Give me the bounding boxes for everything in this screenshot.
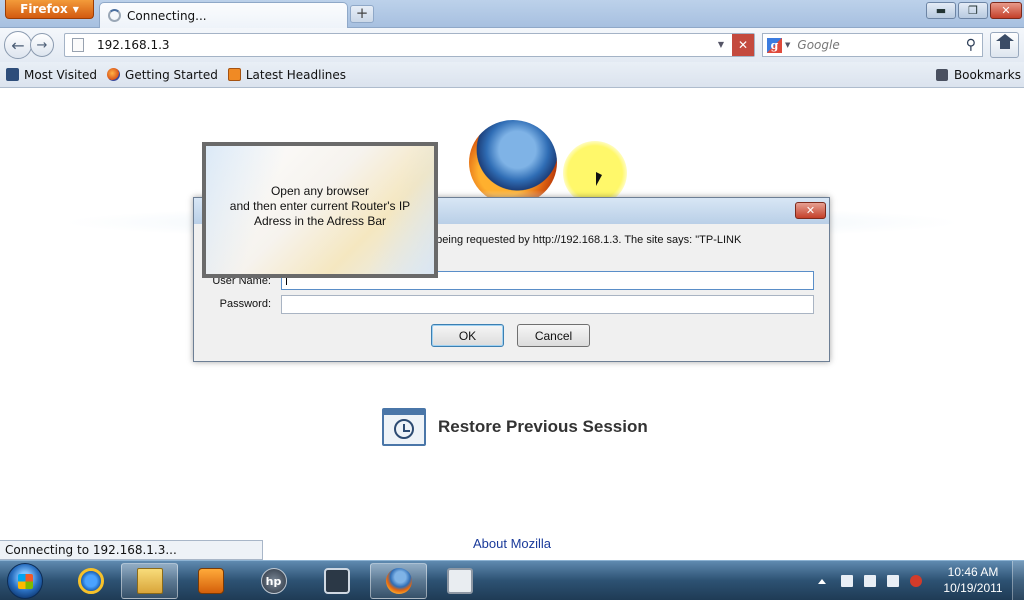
tutorial-line: Open any browser bbox=[270, 184, 370, 198]
internet-explorer-icon bbox=[77, 568, 104, 594]
firefox-menu-label: Firefox bbox=[20, 2, 68, 16]
show-hidden-icons-icon[interactable] bbox=[818, 578, 826, 584]
bookmarks-icon bbox=[935, 68, 948, 81]
chevron-down-icon: ▼ bbox=[72, 4, 79, 14]
search-icon[interactable]: ⚲ bbox=[966, 37, 976, 53]
home-button[interactable] bbox=[990, 32, 1019, 58]
camera-icon bbox=[323, 568, 350, 594]
status-text: Connecting to 192.168.1.3... bbox=[5, 543, 177, 557]
bookmark-label: Most Visited bbox=[24, 67, 98, 82]
restore-session-icon bbox=[382, 408, 426, 446]
bookmarks-menu-label: Bookmarks bbox=[953, 67, 1021, 82]
navigation-toolbar: ← → 192.168.1.3 ▼ ✕ g ▼ Google ⚲ bbox=[0, 28, 1024, 62]
tab-connecting[interactable]: Connecting... bbox=[99, 2, 348, 28]
dialog-close-button[interactable]: ✕ bbox=[795, 202, 826, 219]
cancel-button[interactable]: Cancel bbox=[517, 324, 590, 347]
restore-session-button[interactable]: Restore Previous Session bbox=[382, 408, 648, 446]
action-center-flag-icon[interactable] bbox=[841, 575, 853, 587]
video-icon bbox=[446, 568, 473, 594]
mouse-cursor-icon bbox=[596, 172, 602, 186]
start-button[interactable] bbox=[7, 563, 43, 599]
taskbar-video[interactable] bbox=[431, 563, 488, 599]
folder-icon bbox=[136, 568, 163, 594]
bookmarks-menu-button[interactable]: Bookmarks bbox=[935, 67, 1021, 82]
show-desktop-button[interactable] bbox=[1012, 561, 1024, 600]
new-tab-button[interactable]: + bbox=[350, 5, 374, 23]
taskbar-media-player[interactable] bbox=[182, 563, 239, 599]
clock-time: 10:46 AM bbox=[947, 565, 999, 579]
network-signal-icon[interactable] bbox=[887, 575, 899, 587]
bookmark-most-visited[interactable]: Most Visited bbox=[6, 68, 97, 82]
google-icon[interactable]: g bbox=[767, 37, 782, 53]
about-mozilla-link[interactable]: About Mozilla bbox=[473, 536, 551, 551]
most-visited-icon bbox=[6, 68, 19, 81]
loading-spinner-icon bbox=[108, 9, 121, 22]
taskbar-firefox[interactable] bbox=[370, 563, 427, 599]
taskbar-camera[interactable] bbox=[308, 563, 365, 599]
back-arrow-icon: ← bbox=[11, 35, 25, 55]
search-bar[interactable]: g ▼ Google ⚲ bbox=[762, 33, 983, 57]
url-history-dropdown-icon[interactable]: ▼ bbox=[718, 40, 724, 49]
taskbar-windows-explorer[interactable] bbox=[121, 563, 178, 599]
url-text[interactable]: 192.168.1.3 bbox=[97, 38, 170, 52]
url-bar[interactable]: 192.168.1.3 ▼ ✕ bbox=[64, 33, 755, 57]
password-label: Password: bbox=[219, 298, 271, 310]
bookmarks-toolbar: Most Visited Getting Started Latest Head… bbox=[0, 62, 1024, 88]
dialog-message: e being requested by http://192.168.1.3.… bbox=[427, 234, 742, 246]
hp-icon: hp bbox=[260, 568, 287, 594]
forward-button[interactable]: → bbox=[30, 33, 54, 57]
cursor-highlight bbox=[563, 141, 627, 205]
password-field[interactable] bbox=[281, 295, 814, 314]
minimize-button[interactable]: ▬ bbox=[926, 2, 956, 19]
status-bar: Connecting to 192.168.1.3... bbox=[0, 540, 263, 560]
tutorial-text: Open any browser and then enter current … bbox=[206, 184, 434, 229]
tutorial-line: and then enter current Router's IP bbox=[229, 199, 411, 213]
volume-muted-icon[interactable] bbox=[910, 575, 922, 587]
page-icon bbox=[72, 38, 84, 52]
device-icon[interactable] bbox=[864, 575, 876, 587]
close-window-button[interactable]: ✕ bbox=[990, 2, 1022, 19]
clock-icon bbox=[394, 419, 414, 439]
system-tray bbox=[818, 561, 948, 600]
clock-date: 10/19/2011 bbox=[943, 581, 1003, 595]
windows-taskbar: hp 10:46 AM 10/19/2011 bbox=[0, 560, 1024, 600]
forward-arrow-icon: → bbox=[36, 37, 48, 53]
search-engine-dropdown-icon[interactable]: ▼ bbox=[785, 41, 790, 49]
bookmark-latest-headlines[interactable]: Latest Headlines bbox=[227, 67, 347, 82]
tutorial-line: Adress in the Adress Bar bbox=[253, 214, 387, 228]
stop-button[interactable]: ✕ bbox=[732, 34, 754, 56]
maximize-button[interactable]: ❐ bbox=[958, 2, 988, 19]
title-bar: Firefox ▼ Connecting... + ▬ ❐ ✕ bbox=[0, 0, 1024, 28]
search-input[interactable]: Google bbox=[797, 38, 839, 52]
taskbar-internet-explorer[interactable] bbox=[62, 563, 119, 599]
firefox-icon bbox=[385, 568, 412, 594]
tab-title: Connecting... bbox=[127, 8, 207, 23]
taskbar-hp[interactable]: hp bbox=[245, 563, 302, 599]
media-player-icon bbox=[197, 568, 224, 594]
bookmark-getting-started[interactable]: Getting Started bbox=[107, 68, 218, 82]
firefox-menu-button[interactable]: Firefox ▼ bbox=[5, 0, 94, 19]
bookmark-label: Latest Headlines bbox=[245, 67, 347, 82]
taskbar-clock[interactable]: 10:46 AM 10/19/2011 bbox=[940, 564, 1006, 596]
bookmark-label: Getting Started bbox=[125, 67, 218, 82]
firefox-icon bbox=[107, 68, 121, 81]
ok-button[interactable]: OK bbox=[431, 324, 504, 347]
restore-session-label: Restore Previous Session bbox=[438, 417, 648, 436]
home-icon bbox=[995, 34, 1014, 51]
tutorial-callout: Open any browser and then enter current … bbox=[202, 142, 438, 278]
rss-icon bbox=[227, 68, 241, 81]
back-button[interactable]: ← bbox=[4, 31, 32, 59]
